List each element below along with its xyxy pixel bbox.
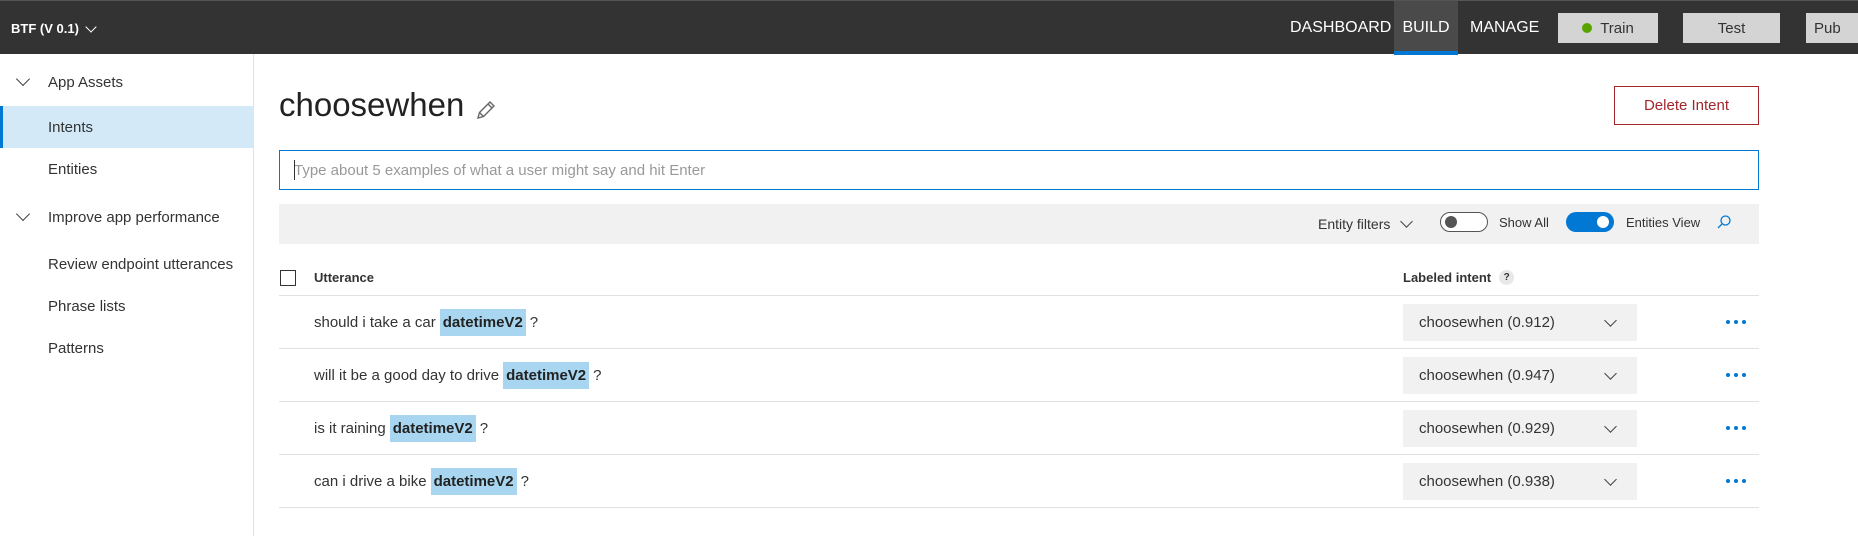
app-name: BTF (V 0.1) xyxy=(11,21,79,36)
chevron-down-icon xyxy=(1604,420,1617,433)
sidebar-section-app-assets[interactable]: App Assets xyxy=(0,65,254,99)
nav-build[interactable]: BUILD xyxy=(1394,1,1458,55)
table-row[interactable]: can i drive a bike datetimeV2 ? choosewh… xyxy=(279,454,1759,507)
utterance-after: ? xyxy=(593,366,602,384)
show-all-toggle[interactable] xyxy=(1440,212,1488,232)
utterance-text: will it be a good day to drive datetimeV… xyxy=(314,358,602,392)
toggle-knob xyxy=(1445,216,1457,228)
text-cursor xyxy=(294,160,295,180)
section-label: App Assets xyxy=(48,73,124,91)
sidebar-item-patterns[interactable]: Patterns xyxy=(0,327,254,369)
chevron-down-icon xyxy=(15,206,31,222)
sidebar-item-label: Review endpoint utterances xyxy=(48,255,234,273)
utterance-after: ? xyxy=(479,419,489,437)
labeled-intent-dropdown[interactable]: choosewhen (0.929) xyxy=(1403,410,1637,447)
sidebar-item-label: Intents xyxy=(48,118,94,136)
entities-view-label: Entities View xyxy=(1626,215,1701,230)
utterance-before: is it raining xyxy=(314,419,386,437)
app-selector[interactable]: BTF (V 0.1) xyxy=(11,20,97,36)
train-label: Train xyxy=(1600,19,1634,37)
nav-manage[interactable]: MANAGE xyxy=(1470,1,1542,55)
column-header-label: Labeled intent xyxy=(1403,270,1492,285)
sidebar-item-label: Phrase lists xyxy=(48,297,126,315)
table-row[interactable]: should i take a car datetimeV2 ? choosew… xyxy=(279,295,1759,348)
labeled-intent-dropdown[interactable]: choosewhen (0.938) xyxy=(1403,463,1637,500)
more-options-icon[interactable] xyxy=(1726,320,1746,324)
entity-label[interactable]: datetimeV2 xyxy=(389,414,476,442)
page-title: choosewhen xyxy=(279,86,465,123)
table-row[interactable]: will it be a good day to drive datetimeV… xyxy=(279,348,1759,401)
nav-dashboard[interactable]: DASHBOARD xyxy=(1290,1,1391,55)
entity-filters-label: Entity filters xyxy=(1318,216,1391,232)
chevron-down-icon xyxy=(85,20,97,33)
test-button[interactable]: Test xyxy=(1683,13,1780,43)
sidebar: App Assets Intents Entities Improve app … xyxy=(0,54,254,536)
entities-view-toggle[interactable] xyxy=(1566,212,1614,232)
entity-label[interactable]: datetimeV2 xyxy=(430,467,517,495)
utterance-after: ? xyxy=(520,472,529,490)
utterance-text: is it raining datetimeV2 ? xyxy=(314,411,488,445)
sidebar-item-label: Entities xyxy=(48,160,98,178)
toggle-knob xyxy=(1597,216,1609,228)
utterance-before: will it be a good day to drive xyxy=(314,366,500,384)
table-divider xyxy=(279,507,1759,508)
column-header-utterance[interactable]: Utterance xyxy=(314,270,374,285)
train-button[interactable]: Train xyxy=(1558,13,1658,43)
more-options-icon[interactable] xyxy=(1726,426,1746,430)
chevron-down-icon xyxy=(1604,473,1617,486)
select-all-checkbox[interactable] xyxy=(280,270,296,286)
table-row[interactable]: is it raining datetimeV2 ? choosewhen (0… xyxy=(279,401,1759,454)
utterance-before: should i take a car xyxy=(314,313,436,331)
sidebar-item-entities[interactable]: Entities xyxy=(0,148,254,190)
labeled-intent-value: choosewhen (0.929) xyxy=(1419,420,1555,437)
labeled-intent-value: choosewhen (0.912) xyxy=(1419,314,1555,331)
entity-filters-dropdown[interactable]: Entity filters xyxy=(1318,215,1414,232)
section-label: Improve app performance xyxy=(48,208,220,226)
chevron-down-icon xyxy=(1400,215,1414,228)
more-options-icon[interactable] xyxy=(1726,373,1746,377)
publish-button[interactable]: Pub xyxy=(1806,13,1858,43)
entity-label[interactable]: datetimeV2 xyxy=(439,308,526,336)
sidebar-item-phrase-lists[interactable]: Phrase lists xyxy=(0,285,254,327)
top-navigation-bar: BTF (V 0.1) DASHBOARD BUILD MANAGE Train… xyxy=(0,0,1858,55)
show-all-label: Show All xyxy=(1499,215,1549,230)
labeled-intent-value: choosewhen (0.947) xyxy=(1419,367,1555,384)
utterance-text: can i drive a bike datetimeV2 ? xyxy=(314,464,529,498)
sidebar-item-review-endpoint-utterances[interactable]: Review endpoint utterances xyxy=(0,243,254,285)
labeled-intent-dropdown[interactable]: choosewhen (0.912) xyxy=(1403,304,1637,341)
sidebar-item-label: Patterns xyxy=(48,339,104,357)
sidebar-item-intents[interactable]: Intents xyxy=(0,106,254,148)
chevron-down-icon xyxy=(1604,367,1617,380)
chevron-down-icon xyxy=(1604,314,1617,327)
utterance-input[interactable] xyxy=(279,150,1759,190)
delete-intent-button[interactable]: Delete Intent xyxy=(1614,86,1759,125)
sidebar-section-improve-performance[interactable]: Improve app performance xyxy=(0,200,254,234)
entity-label[interactable]: datetimeV2 xyxy=(503,361,590,389)
utterance-before: can i drive a bike xyxy=(314,472,427,490)
utterance-after: ? xyxy=(529,313,539,331)
column-header-labeled-intent: Labeled intent ? xyxy=(1403,270,1515,285)
train-status-icon xyxy=(1582,23,1593,33)
edit-pencil-icon[interactable] xyxy=(474,98,498,122)
labeled-intent-value: choosewhen (0.938) xyxy=(1419,473,1555,490)
chevron-down-icon xyxy=(15,71,31,87)
more-options-icon[interactable] xyxy=(1726,479,1746,483)
utterance-text: should i take a car datetimeV2 ? xyxy=(314,305,538,339)
search-icon[interactable] xyxy=(1716,214,1732,230)
labeled-intent-dropdown[interactable]: choosewhen (0.947) xyxy=(1403,357,1637,394)
help-icon[interactable]: ? xyxy=(1499,270,1515,285)
